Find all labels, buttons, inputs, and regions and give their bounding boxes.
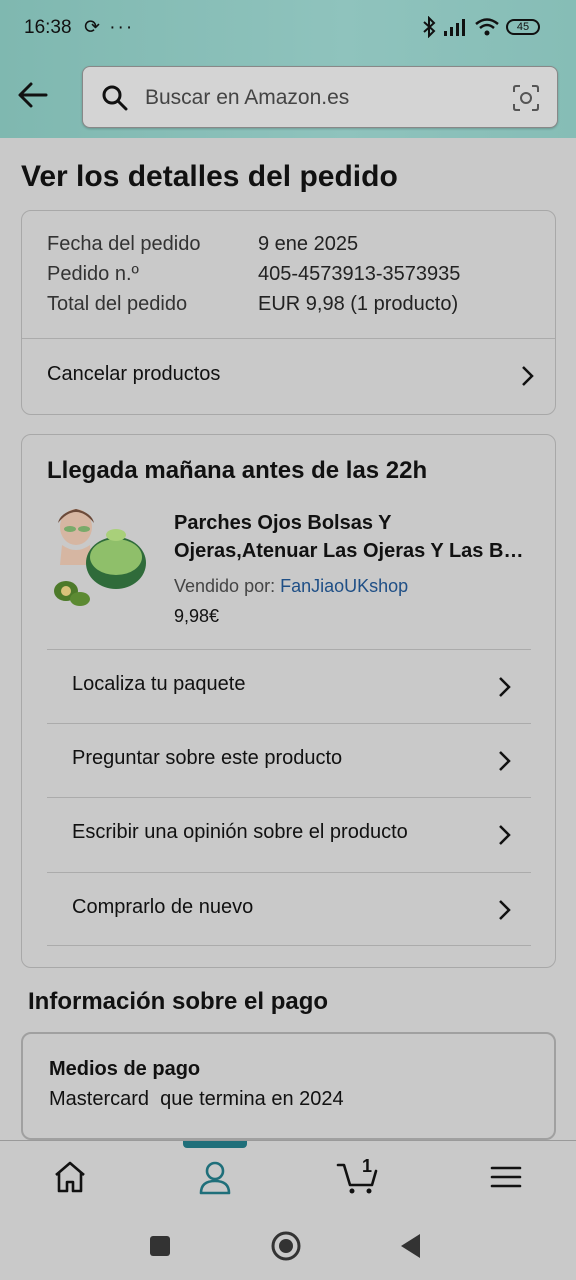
search-icon	[102, 85, 128, 111]
write-review-button[interactable]: Escribir una opinión sobre el producto	[47, 797, 531, 871]
buy-again-button[interactable]: Comprarlo de nuevo	[47, 872, 531, 946]
delivery-card: Llegada mañana antes de las 22h Parches …	[21, 434, 556, 968]
order-summary-card: Fecha del pedido 9 ene 2025 Pedido n.º 4…	[21, 210, 556, 415]
search-placeholder: Buscar en Amazon.es	[145, 86, 350, 109]
recent-apps-icon[interactable]	[148, 1234, 172, 1258]
chevron-right-icon	[499, 751, 511, 771]
page-title: Ver los detalles del pedido	[21, 160, 398, 193]
payment-method-value: Mastercard que termina en 2024	[49, 1088, 344, 1110]
chevron-right-icon	[499, 900, 511, 920]
signal-icon	[444, 19, 465, 36]
track-package-button[interactable]: Localiza tu paquete	[47, 649, 531, 723]
payment-section-title: Información sobre el pago	[28, 988, 329, 1015]
cart-count-badge: 1	[362, 1156, 373, 1176]
home-icon[interactable]	[48, 1157, 92, 1197]
product-title-line-2: Ojeras,Atenuar Las Ojeras Y Las Bolsas	[174, 540, 534, 562]
account-icon[interactable]	[193, 1157, 237, 1197]
order-number-label: Pedido n.º	[47, 263, 139, 285]
system-nav-bar	[0, 1212, 576, 1280]
chevron-right-icon	[522, 366, 534, 386]
status-icons: 45	[422, 16, 540, 38]
product-title-line-1: Parches Ojos Bolsas Y	[174, 512, 392, 534]
ask-question-button[interactable]: Preguntar sobre este producto	[47, 723, 531, 797]
order-number-value: 405-4573913-3573935	[258, 263, 461, 285]
buy-again-label: Comprarlo de nuevo	[72, 896, 254, 918]
track-package-label: Localiza tu paquete	[72, 673, 246, 695]
cart-icon[interactable]	[336, 1157, 380, 1197]
product-title[interactable]: Parches Ojos Bolsas Y Ojeras,Atenuar Las…	[174, 509, 534, 565]
back-arrow-icon[interactable]	[16, 78, 50, 112]
battery-icon: 45	[506, 19, 540, 35]
chevron-right-icon	[499, 677, 511, 697]
seller-prefix: Vendido por:	[174, 576, 276, 596]
delivery-title: Llegada mañana antes de las 22h	[47, 457, 428, 484]
bluetooth-icon	[423, 16, 436, 38]
home-button-icon[interactable]	[270, 1230, 302, 1262]
order-total-value: EUR 9,98 (1 producto)	[258, 293, 459, 315]
order-date-value: 9 ene 2025	[258, 233, 359, 255]
order-total-label: Total del pedido	[47, 293, 188, 315]
order-date-label: Fecha del pedido	[47, 233, 201, 255]
back-button-icon[interactable]	[398, 1232, 422, 1260]
bottom-nav	[0, 1140, 576, 1212]
status-time: 16:38	[24, 17, 72, 38]
write-review-label: Escribir una opinión sobre el producto	[72, 821, 408, 843]
ask-question-label: Preguntar sobre este producto	[72, 747, 343, 769]
payment-method-title: Medios de pago	[49, 1058, 201, 1080]
product-image[interactable]	[44, 505, 148, 609]
chevron-right-icon	[499, 825, 511, 845]
header: Buscar en Amazon.es	[0, 56, 576, 138]
search-input[interactable]: Buscar en Amazon.es	[82, 66, 558, 128]
sync-icon: ⟳ ···	[84, 17, 135, 38]
product-price: 9,98€	[174, 606, 220, 626]
active-tab-indicator	[183, 1141, 247, 1148]
wifi-icon	[475, 18, 499, 36]
status-bar: 16:38 ⟳ ··· 45	[0, 0, 576, 56]
cancel-products-button[interactable]: Cancelar productos	[22, 339, 555, 414]
cancel-products-label: Cancelar productos	[47, 363, 221, 385]
seller-info: Vendido por: FanJiaoUKshop	[174, 576, 408, 597]
payment-method-card[interactable]: Medios de pago Mastercard que termina en…	[21, 1032, 556, 1140]
seller-link[interactable]: FanJiaoUKshop	[280, 576, 408, 596]
camera-icon[interactable]	[511, 83, 541, 113]
menu-icon[interactable]	[484, 1157, 528, 1197]
